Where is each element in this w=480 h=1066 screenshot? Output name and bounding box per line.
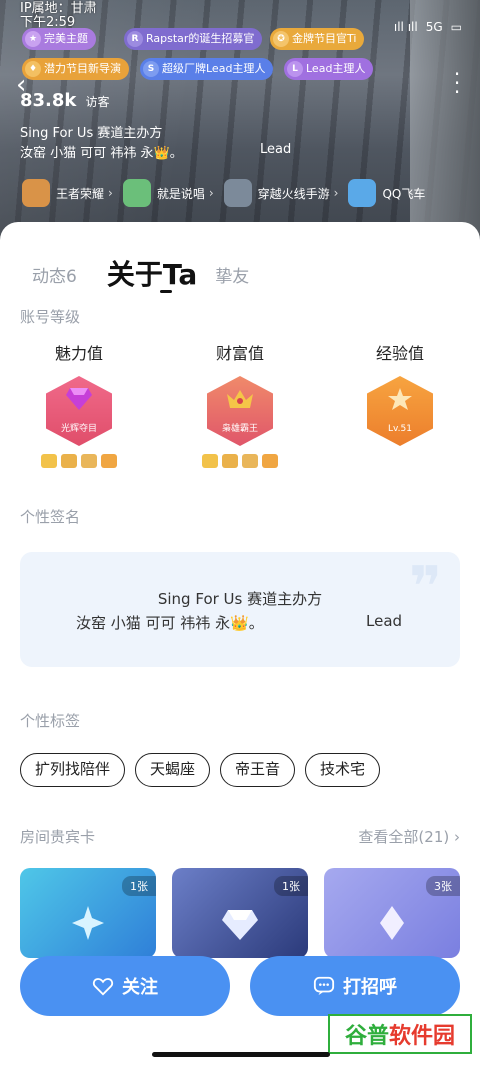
badge-super-label-lead[interactable]: S 超级厂牌Lead主理人 [140,58,274,80]
card-count: 1张 [274,876,308,896]
charm-medal-row [19,454,139,468]
game-item[interactable]: 王者荣耀 › [22,176,113,210]
view-all-link[interactable]: 查看全部(21) › [358,826,460,847]
medal-icon [202,454,218,468]
badge-potential-director[interactable]: ♦ 潜力节目新导演 [22,58,129,80]
tab-moments[interactable]: 动态6 [32,262,77,292]
badge-perfect-theme[interactable]: ★ 完美主题 [22,28,96,50]
medal-icon [242,454,258,468]
game-list: 王者荣耀 › 就是说唱 › 穿越火线手游 › QQ飞车 [22,176,425,210]
account-level-title: 账号等级 [20,308,81,326]
profile-header: IP属地：甘肃 下午2:59 ıll ıll 5G ▭ ★ 完美主题 R Rap… [0,0,480,250]
medal-icon [101,454,117,468]
wealth-medal-row [180,454,300,468]
crystal-icon [380,906,404,940]
profile-sheet: 动态6 关于Ta 挚友 账号等级 魅力值 光辉夺目 财富值 枭雄霸王 经验值 L… [0,222,480,1066]
charm-badge: 光辉夺目 [46,376,112,446]
visitor-number: 83.8k [20,90,77,111]
level-wealth[interactable]: 财富值 枭雄霸王 [180,340,300,468]
header-signature-lead: Lead [260,142,292,157]
chevron-right-icon: › [108,186,113,200]
medal-icon [222,454,238,468]
chat-bubble-icon [313,976,335,996]
badge-lead-owner[interactable]: L Lead主理人 [284,58,374,80]
badge-gold-program[interactable]: ✪ 金牌节目官Ti [270,28,365,50]
tab-about[interactable]: 关于Ta [107,258,197,292]
follow-button[interactable]: 关注 [20,956,230,1016]
medal-icon [262,454,278,468]
tag-chip[interactable]: 扩列找陪伴 [20,753,126,787]
level-experience[interactable]: 经验值 Lv.51 [340,340,460,446]
diamond-icon [222,910,258,940]
level-name: 魅力值 [54,344,103,363]
chevron-right-icon: › [333,186,339,200]
vip-card[interactable]: 3张 [324,868,460,958]
medal-icon [61,454,77,468]
rapstar-icon: R [127,31,143,47]
chevron-right-icon: › [208,186,214,200]
visitor-label: 访客 [85,95,110,109]
tag-chip[interactable]: 天蝎座 [135,753,211,787]
header-signature-line1: Sing For Us 赛道主办方 [20,126,163,141]
experience-badge: Lv.51 [367,376,433,446]
tag-chip[interactable]: 帝王音 [220,753,296,787]
star-icon [388,388,412,410]
s-badge-icon: S [143,61,159,77]
level-name: 经验值 [375,344,424,363]
signature-card: ❞ Sing For Us 赛道主办方 汝窑 小猫 可可 祎祎 永👑。 Lead [20,552,460,667]
crown-icon [227,390,253,408]
medal-icon [41,454,57,468]
vip-card[interactable]: 1张 [172,868,308,958]
level-name: 财富值 [215,344,264,363]
game-avatar-icon [22,179,50,207]
badge-rapstar-recruiter[interactable]: R Rapstar的诞生招募官 [124,28,263,50]
vip-cards-title: 房间贵宾卡 [20,828,96,846]
diamond-icon [66,388,92,410]
tag-chip[interactable]: 技术宅 [305,753,381,787]
visitor-count[interactable]: 83.8k 访客 [20,90,110,111]
header-signature-line2: 汝窑 小猫 可可 祎祎 永👑。 Lead [20,142,292,161]
tab-indicator [160,290,172,293]
network-label: 5G [425,20,443,34]
vip-card-list: 1张 1张 3张 [20,868,460,958]
more-options-icon[interactable]: · · · [452,64,462,102]
signature-line2: 汝窑 小猫 可可 祎祎 永👑。 Lead [76,612,403,632]
card-count: 1张 [122,876,156,896]
tab-friends[interactable]: 挚友 [215,262,249,292]
heart-icon [92,978,114,996]
wealth-badge: 枭雄霸王 [207,376,273,446]
tags-title: 个性标签 [20,712,81,730]
battery-icon: ▭ [450,20,462,34]
vip-card[interactable]: 1张 [20,868,156,958]
background-photo-wall [410,0,480,250]
signature-lead: Lead [366,612,403,630]
home-indicator[interactable] [152,1052,330,1057]
watermark-logo: 谷普 软件园 [328,1014,472,1054]
snowflake-crystal-icon [72,906,104,940]
tab-bar: 动态6 关于Ta 挚友 [32,252,279,292]
greet-button[interactable]: 打招呼 [250,956,460,1016]
game-item[interactable]: 就是说唱 › [122,176,214,210]
tag-list: 扩列找陪伴 天蝎座 帝王音 技术宅 [20,753,381,787]
signature-line1: Sing For Us 赛道主办方 [157,590,323,608]
card-count: 3张 [426,876,460,896]
signal-icon: ıll ıll [393,20,418,34]
crown-icon: ★ [25,31,41,47]
ip-location: IP属地：甘肃 [20,1,97,16]
game-avatar-icon [348,179,377,207]
game-item[interactable]: QQ飞车 [348,176,425,210]
medal-icon [81,454,97,468]
lead-icon: L [287,61,303,77]
level-charm[interactable]: 魅力值 光辉夺目 [19,340,139,468]
chevron-right-icon: › [454,828,460,846]
game-avatar-icon [122,179,151,207]
signature-title: 个性签名 [20,508,81,526]
game-item[interactable]: 穿越火线手游 › [223,176,339,210]
medal-icon: ✪ [273,31,289,47]
game-avatar-icon [223,179,252,207]
